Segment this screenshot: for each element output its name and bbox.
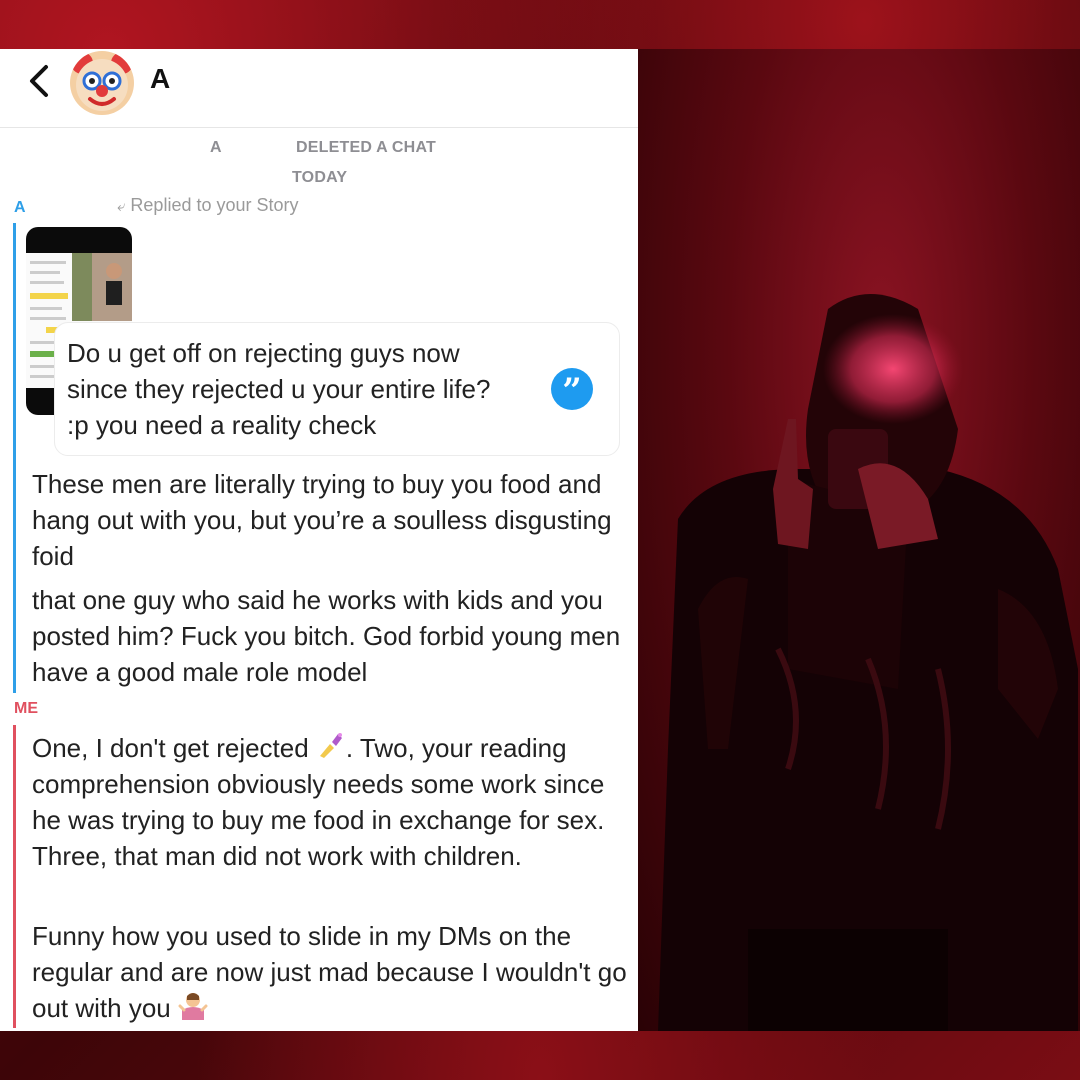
- reply-indicator: ⤶ Replied to your Story: [117, 195, 299, 216]
- hooded-figure-image: [658, 294, 1078, 1031]
- date-divider: TODAY: [292, 169, 348, 186]
- chat-header: A: [0, 49, 638, 128]
- their-message-1: These men are literally trying to buy yo…: [32, 469, 612, 571]
- me-label: ME: [14, 700, 38, 717]
- system-deleted-notice: DELETED A CHAT: [296, 139, 436, 156]
- quoted-message-card[interactable]: Do u get off on rejecting guys now since…: [54, 322, 620, 456]
- their-accent-bar: [13, 223, 16, 693]
- sender-label: A: [14, 199, 26, 216]
- their-message-2: that one guy who said he works with kids…: [32, 585, 621, 687]
- clown-avatar[interactable]: [70, 51, 134, 115]
- chat-name[interactable]: A: [150, 63, 170, 95]
- nail-polish-emoji: [319, 733, 342, 758]
- back-chevron-icon[interactable]: [26, 63, 54, 99]
- my-accent-bar: [13, 725, 16, 1028]
- my-message-2: Funny how you used to slide in my DMs on…: [32, 918, 632, 1026]
- chat-screenshot: A A DELETED A CHAT TODAY A ⤶ Replied to …: [0, 49, 638, 1031]
- system-sender: A: [210, 139, 222, 156]
- reply-label: Replied to your Story: [130, 195, 299, 215]
- reply-arrow-icon: ⤶: [117, 198, 126, 215]
- quote-icon: ”: [551, 368, 593, 411]
- quoted-message-text: Do u get off on rejecting guys now since…: [67, 338, 491, 440]
- my-message-1: One, I don't get rejected . Two, your re…: [32, 730, 632, 874]
- selfie-photo: [638, 49, 1080, 1031]
- shrug-emoji: [178, 993, 208, 1020]
- clown-emoji-icon: [71, 52, 133, 111]
- my-message-1-part1: One, I don't get rejected: [32, 733, 316, 763]
- my-message-2-text: Funny how you used to slide in my DMs on…: [32, 921, 627, 1023]
